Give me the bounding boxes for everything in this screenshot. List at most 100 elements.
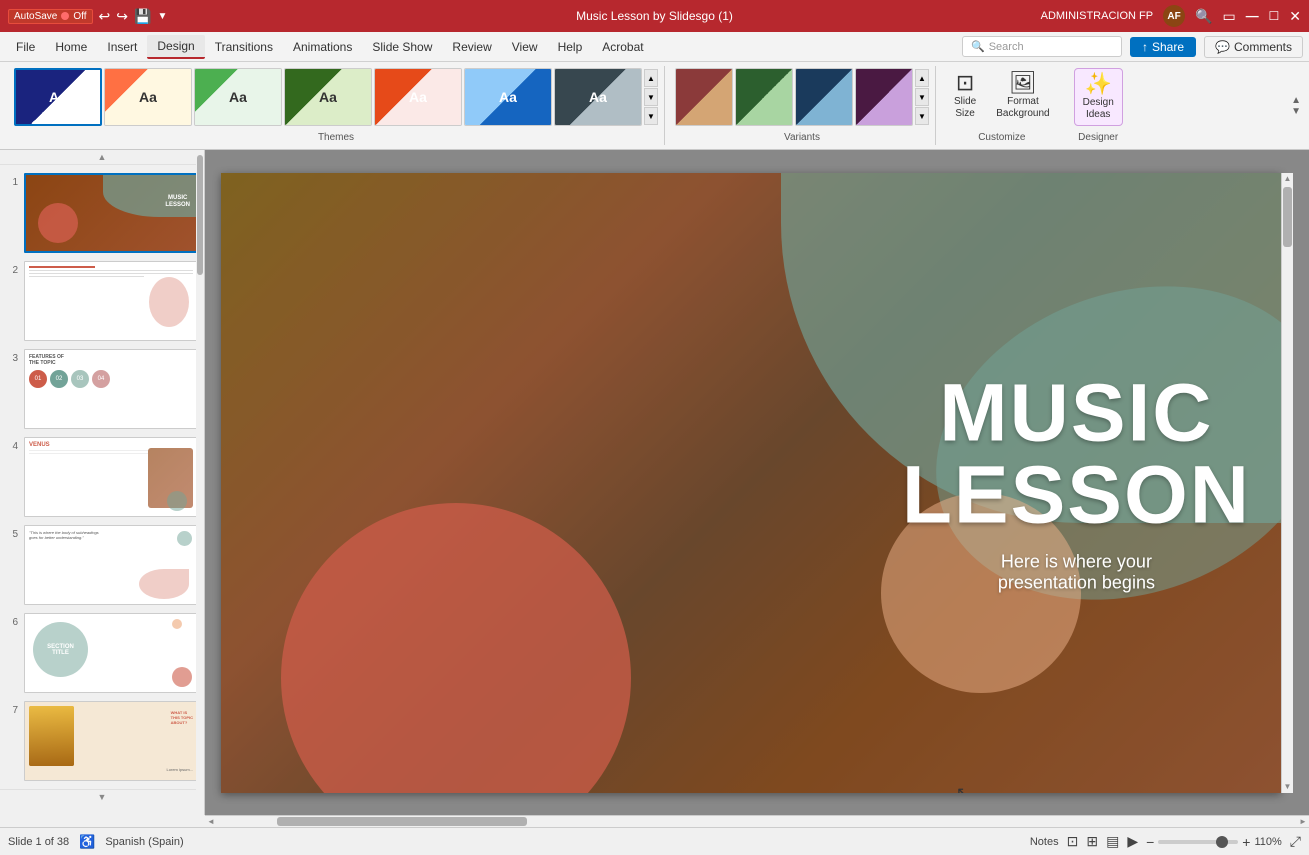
slide-thumb-7[interactable]: WHAT ISTHIS TOPICABOUT? Lorem ipsum... [24, 701, 198, 781]
theme-item-5[interactable]: Aa [374, 68, 462, 126]
ribbon-display-icon[interactable]: ▭ [1223, 8, 1236, 25]
slide-thumb-1[interactable]: MUSICLESSON [24, 173, 198, 253]
ribbon-scroll-right[interactable]: ▲ ▼ [1291, 66, 1301, 145]
slide-item-1[interactable]: 1 MUSICLESSON [6, 173, 198, 253]
bottom-area: ◄ ► Slide 1 of 38 ♿ Spanish (Spain) Note… [0, 815, 1309, 855]
close-icon[interactable]: ✕ [1289, 8, 1301, 25]
horizontal-scrollbar[interactable]: ◄ ► [205, 815, 1309, 827]
menu-transitions[interactable]: Transitions [205, 36, 283, 58]
panel-scrollbar[interactable] [196, 150, 204, 815]
theme-item-7[interactable]: Aa [554, 68, 642, 126]
minimize-icon[interactable]: ─ [1246, 7, 1259, 25]
slide-item-5[interactable]: 5 "This is where the body of subheadings… [6, 525, 198, 605]
slide-title-lesson: LESSON [902, 454, 1251, 536]
slide-item-6[interactable]: 6 SECTIONTITLE [6, 613, 198, 693]
scroll-up-arrow[interactable]: ▲ [1282, 173, 1293, 185]
slide-sorter-icon[interactable]: ⊞ [1086, 833, 1098, 850]
ribbon-customize-section: ⊡ SlideSize 🖼 FormatBackground Customize [940, 66, 1064, 145]
scroll-down-arrow[interactable]: ▼ [1282, 781, 1293, 793]
slide-number-1: 1 [6, 173, 18, 188]
variants-scroll-mid[interactable]: ▼ [915, 88, 929, 106]
quick-access-more[interactable]: ▼ [157, 11, 167, 22]
menu-right-area: 🔍 Search ↑ Share 💬 Comments [962, 36, 1303, 58]
scroll-right-arrow[interactable]: ► [1297, 816, 1309, 828]
canvas-scrollbar-right[interactable]: ▲ ▼ [1281, 173, 1293, 793]
theme-item-4[interactable]: Aa [284, 68, 372, 126]
theme-item-6[interactable]: Aa [464, 68, 552, 126]
menu-home[interactable]: Home [45, 36, 97, 58]
reading-view-icon[interactable]: ▤ [1106, 833, 1119, 850]
search-box[interactable]: 🔍 Search [962, 36, 1122, 57]
menu-acrobat[interactable]: Acrobat [592, 36, 653, 58]
theme-scroll-up[interactable]: ▲ [644, 69, 658, 87]
menu-animations[interactable]: Animations [283, 36, 362, 58]
theme-item-1[interactable]: Aa [14, 68, 102, 126]
design-ideas-button[interactable]: ✨ DesignIdeas [1074, 68, 1123, 126]
accessibility-icon[interactable]: ♿ [79, 834, 95, 850]
ribbon: Aa Aa Aa Aa Aa [0, 62, 1309, 150]
autosave-dot [61, 12, 69, 20]
slide-thumb-4[interactable]: VENUS [24, 437, 198, 517]
panel-scroll-up[interactable]: ▲ [0, 150, 204, 165]
redo-icon[interactable]: ↪ [116, 8, 128, 25]
theme-item-2[interactable]: Aa [104, 68, 192, 126]
slide-item-3[interactable]: 3 FEATURES OFTHE TOPIC 01 02 03 04 [6, 349, 198, 429]
format-bg-label: FormatBackground [996, 96, 1049, 120]
slide-item-7[interactable]: 7 WHAT ISTHIS TOPICABOUT? Lorem ipsum... [6, 701, 198, 781]
menu-view[interactable]: View [502, 36, 548, 58]
main-area: ▲ 1 MUSICLESSON 2 [0, 150, 1309, 815]
undo-icon[interactable]: ↩ [99, 8, 111, 25]
slide-thumb-3[interactable]: FEATURES OFTHE TOPIC 01 02 03 04 [24, 349, 198, 429]
zoom-bar: − + 110% [1146, 834, 1282, 850]
menu-review[interactable]: Review [442, 36, 501, 58]
zoom-slider[interactable] [1158, 840, 1238, 844]
zoom-out-icon[interactable]: − [1146, 834, 1154, 850]
variant-item-2[interactable] [735, 68, 793, 126]
zoom-level[interactable]: 110% [1254, 836, 1281, 848]
zoom-in-icon[interactable]: + [1242, 834, 1250, 850]
slide-text-block: MUSIC LESSON Here is where yourpresentat… [902, 372, 1251, 593]
notes-button[interactable]: Notes [1030, 836, 1059, 848]
comments-button[interactable]: 💬 Comments [1204, 36, 1303, 58]
fit-slide-icon[interactable]: ⤢ [1290, 833, 1301, 850]
panel-scroll-down[interactable]: ▼ [0, 789, 204, 804]
slide-number-6: 6 [6, 613, 18, 628]
panel-scroll-thumb [197, 155, 203, 275]
normal-view-icon[interactable]: ⊡ [1067, 833, 1079, 850]
theme-scroll-down[interactable]: ▼ [644, 107, 658, 125]
maximize-icon[interactable]: ☐ [1269, 9, 1280, 23]
slide-size-button[interactable]: ⊡ SlideSize [946, 68, 984, 124]
slide-subtitle: Here is where yourpresentation begins [902, 551, 1251, 593]
save-icon[interactable]: 💾 [134, 8, 151, 25]
variant-item-3[interactable] [795, 68, 853, 126]
share-button[interactable]: ↑ Share [1130, 37, 1196, 57]
slide-thumb-5[interactable]: "This is where the body of subheadingsgo… [24, 525, 198, 605]
customize-label: Customize [978, 132, 1025, 145]
menu-insert[interactable]: Insert [97, 36, 147, 58]
slide-item-2[interactable]: 2 [6, 261, 198, 341]
menu-help[interactable]: Help [548, 36, 593, 58]
search-ribbon-icon[interactable]: 🔍 [1195, 8, 1212, 25]
menu-slideshow[interactable]: Slide Show [362, 36, 442, 58]
slide-thumb-6[interactable]: SECTIONTITLE [24, 613, 198, 693]
theme-item-3[interactable]: Aa [194, 68, 282, 126]
autosave-state: Off [73, 11, 86, 22]
variant-item-1[interactable] [675, 68, 733, 126]
slideshow-icon[interactable]: ▶ [1127, 833, 1138, 850]
slide-canvas[interactable]: MUSIC LESSON Here is where yourpresentat… [221, 173, 1281, 793]
menu-design[interactable]: Design [147, 35, 204, 59]
slide-number-3: 3 [6, 349, 18, 364]
variants-scroll-down[interactable]: ▼ [915, 107, 929, 125]
scroll-left-arrow[interactable]: ◄ [205, 816, 217, 828]
theme-scroll-mid[interactable]: ▼ [644, 88, 658, 106]
menu-file[interactable]: File [6, 36, 45, 58]
autosave-badge[interactable]: AutoSave Off [8, 9, 93, 24]
slide-item-4[interactable]: 4 VENUS [6, 437, 198, 517]
variants-scroll-up[interactable]: ▲ [915, 69, 929, 87]
theme-scroll-controls: ▲ ▼ ▼ [644, 69, 658, 125]
slide-list: 1 MUSICLESSON 2 [0, 165, 204, 789]
slide-thumb-2[interactable] [24, 261, 198, 341]
slide-size-label: SlideSize [954, 96, 976, 120]
variant-item-4[interactable] [855, 68, 913, 126]
format-background-button[interactable]: 🖼 FormatBackground [988, 68, 1057, 124]
